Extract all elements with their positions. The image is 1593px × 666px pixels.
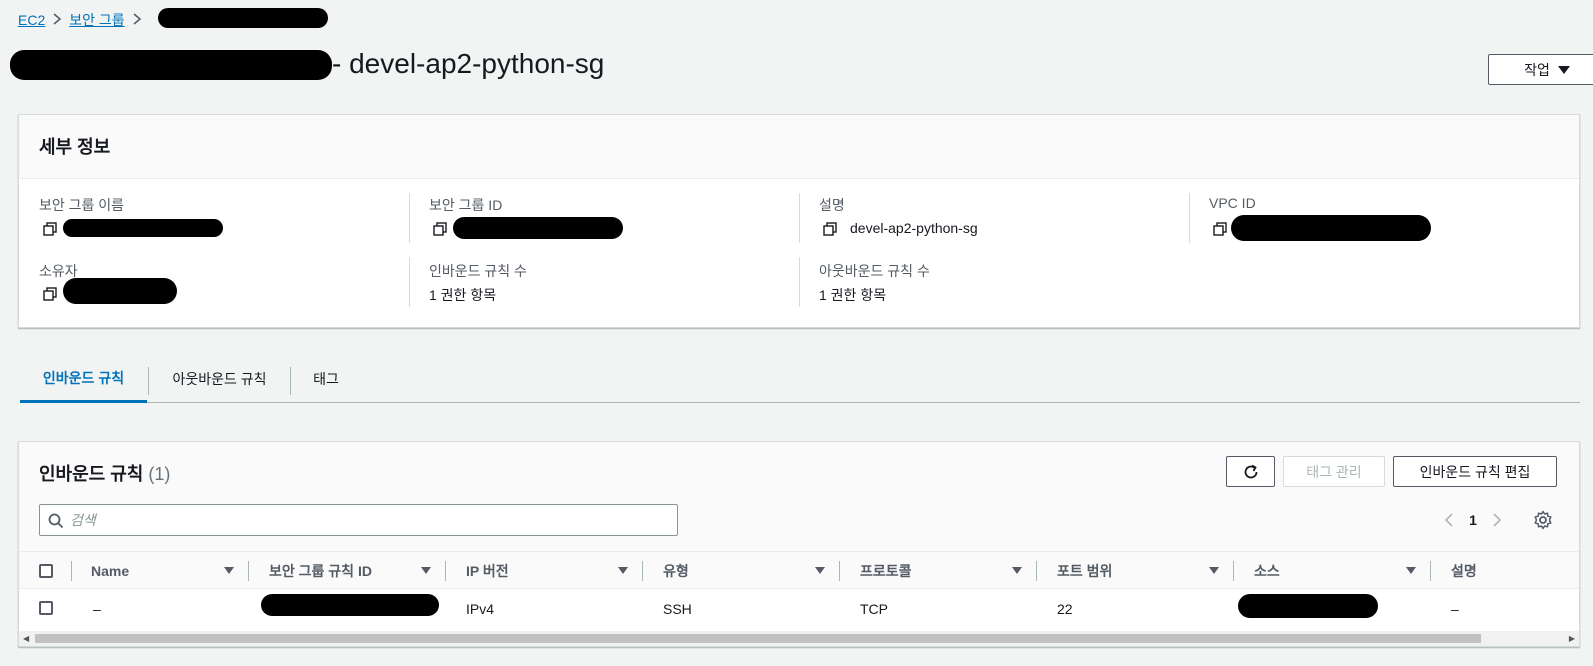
pagination: 1 bbox=[1439, 504, 1507, 536]
chevron-right-icon bbox=[125, 12, 149, 28]
description-value: devel-ap2-python-sg bbox=[850, 220, 978, 236]
tab-inbound-rules[interactable]: 인바운드 규칙 bbox=[20, 355, 147, 403]
column-divider bbox=[1189, 193, 1190, 243]
next-page-icon[interactable] bbox=[1487, 512, 1507, 528]
column-separator bbox=[839, 561, 840, 581]
actions-label: 작업 bbox=[1524, 61, 1550, 78]
scroll-left-icon[interactable]: ◀ bbox=[23, 634, 29, 643]
details-panel: 세부 정보 보안 그룹 이름 보안 그룹 ID 설명 devel-ap2-pyt… bbox=[18, 114, 1580, 328]
column-divider bbox=[799, 257, 800, 307]
redacted-sg-name bbox=[63, 219, 223, 237]
inbound-count-value: 1 권한 항목 bbox=[429, 287, 497, 303]
search-box[interactable] bbox=[39, 504, 678, 536]
select-all-checkbox[interactable] bbox=[39, 564, 53, 578]
column-separator bbox=[1233, 561, 1234, 581]
column-separator bbox=[445, 561, 446, 581]
redacted-vpc-id bbox=[1231, 215, 1431, 241]
caret-down-icon bbox=[1557, 65, 1570, 74]
inbound-rules-panel: 인바운드 규칙 (1) 태그 관리 인바운드 규칙 편집 1 Name 보안 그… bbox=[18, 441, 1580, 647]
column-header-description[interactable]: 설명 bbox=[1451, 552, 1477, 590]
breadcrumb: EC2 보안 그룹 bbox=[18, 10, 149, 30]
column-header-source[interactable]: 소스 bbox=[1254, 552, 1280, 590]
rules-count: (1) bbox=[148, 464, 171, 484]
column-header-ip-version[interactable]: IP 버전 bbox=[466, 552, 509, 590]
column-separator bbox=[248, 561, 249, 581]
column-header-port-range[interactable]: 포트 범위 bbox=[1057, 552, 1112, 590]
column-separator bbox=[642, 561, 643, 581]
details-panel-header bbox=[19, 115, 1579, 179]
scrollbar-thumb[interactable] bbox=[35, 634, 1481, 643]
vpc-id-label: VPC ID bbox=[1209, 195, 1256, 211]
tabs: 인바운드 규칙 아웃바운드 규칙 태그 bbox=[20, 355, 1580, 403]
tab-tags[interactable]: 태그 bbox=[291, 355, 361, 403]
rules-title-text: 인바운드 규칙 bbox=[39, 464, 144, 484]
sort-icon[interactable] bbox=[815, 567, 825, 574]
horizontal-scrollbar[interactable]: ◀ ▶ bbox=[19, 631, 1579, 646]
page-title: - devel-ap2-python-sg bbox=[332, 48, 605, 79]
redacted-title-id bbox=[10, 50, 332, 80]
rules-title: 인바운드 규칙 (1) bbox=[39, 460, 170, 486]
search-icon bbox=[48, 513, 64, 529]
column-divider bbox=[409, 193, 410, 243]
cell-name: – bbox=[93, 601, 101, 617]
sort-icon[interactable] bbox=[421, 567, 431, 574]
previous-page-icon[interactable] bbox=[1439, 512, 1459, 528]
edit-inbound-rules-button[interactable]: 인바운드 규칙 편집 bbox=[1393, 456, 1557, 487]
scroll-right-icon[interactable]: ▶ bbox=[1569, 634, 1575, 643]
manage-tags-button[interactable]: 태그 관리 bbox=[1283, 456, 1385, 487]
cell-type: SSH bbox=[663, 601, 692, 617]
copy-icon[interactable] bbox=[43, 222, 57, 236]
copy-icon[interactable] bbox=[823, 222, 837, 236]
actions-dropdown-button[interactable]: 작업 bbox=[1488, 54, 1593, 85]
search-input[interactable] bbox=[70, 505, 670, 535]
redacted-sg-id bbox=[453, 217, 623, 239]
chevron-right-icon bbox=[45, 12, 69, 28]
column-header-type[interactable]: 유형 bbox=[663, 552, 689, 590]
sort-icon[interactable] bbox=[1209, 567, 1219, 574]
redacted-source bbox=[1238, 594, 1378, 618]
breadcrumb-ec2-link[interactable]: EC2 bbox=[18, 12, 45, 28]
redacted-breadcrumb-id bbox=[158, 8, 328, 28]
column-header-protocol[interactable]: 프로토콜 bbox=[860, 552, 912, 590]
inbound-count-label: 인바운드 규칙 수 bbox=[429, 263, 527, 279]
breadcrumb-security-groups-link[interactable]: 보안 그룹 bbox=[69, 10, 124, 30]
cell-description: – bbox=[1451, 601, 1459, 617]
description-label: 설명 bbox=[819, 197, 845, 213]
column-divider bbox=[409, 257, 410, 307]
cell-protocol: TCP bbox=[860, 601, 888, 617]
column-header-name[interactable]: Name bbox=[91, 552, 129, 590]
outbound-count-value: 1 권한 항목 bbox=[819, 287, 887, 303]
tab-outbound-rules[interactable]: 아웃바운드 규칙 bbox=[149, 355, 290, 403]
copy-icon[interactable] bbox=[1213, 222, 1227, 236]
column-separator bbox=[1430, 561, 1431, 581]
copy-icon[interactable] bbox=[43, 287, 57, 301]
row-checkbox[interactable] bbox=[39, 601, 53, 615]
refresh-icon bbox=[1244, 464, 1257, 478]
sort-icon[interactable] bbox=[1406, 567, 1416, 574]
redacted-rule-id bbox=[261, 594, 439, 616]
column-separator bbox=[71, 561, 72, 581]
sg-id-label: 보안 그룹 ID bbox=[429, 197, 503, 213]
sort-icon[interactable] bbox=[224, 567, 234, 574]
outbound-count-label: 아웃바운드 규칙 수 bbox=[819, 263, 930, 279]
redacted-owner bbox=[63, 278, 177, 304]
sg-name-label: 보안 그룹 이름 bbox=[39, 197, 125, 213]
copy-icon[interactable] bbox=[433, 222, 447, 236]
column-separator bbox=[1036, 561, 1037, 581]
column-header-rule-id[interactable]: 보안 그룹 규칙 ID bbox=[269, 552, 372, 590]
settings-gear-icon[interactable] bbox=[1533, 510, 1553, 530]
sort-icon[interactable] bbox=[618, 567, 628, 574]
table-header: Name 보안 그룹 규칙 ID IP 버전 유형 프로토콜 포트 범위 소스 … bbox=[19, 551, 1579, 589]
column-divider bbox=[799, 193, 800, 243]
cell-port-range: 22 bbox=[1057, 601, 1073, 617]
details-title: 세부 정보 bbox=[39, 137, 111, 157]
page-number[interactable]: 1 bbox=[1459, 512, 1487, 528]
sort-icon[interactable] bbox=[1012, 567, 1022, 574]
refresh-button[interactable] bbox=[1226, 456, 1275, 487]
cell-ip-version: IPv4 bbox=[466, 601, 495, 617]
